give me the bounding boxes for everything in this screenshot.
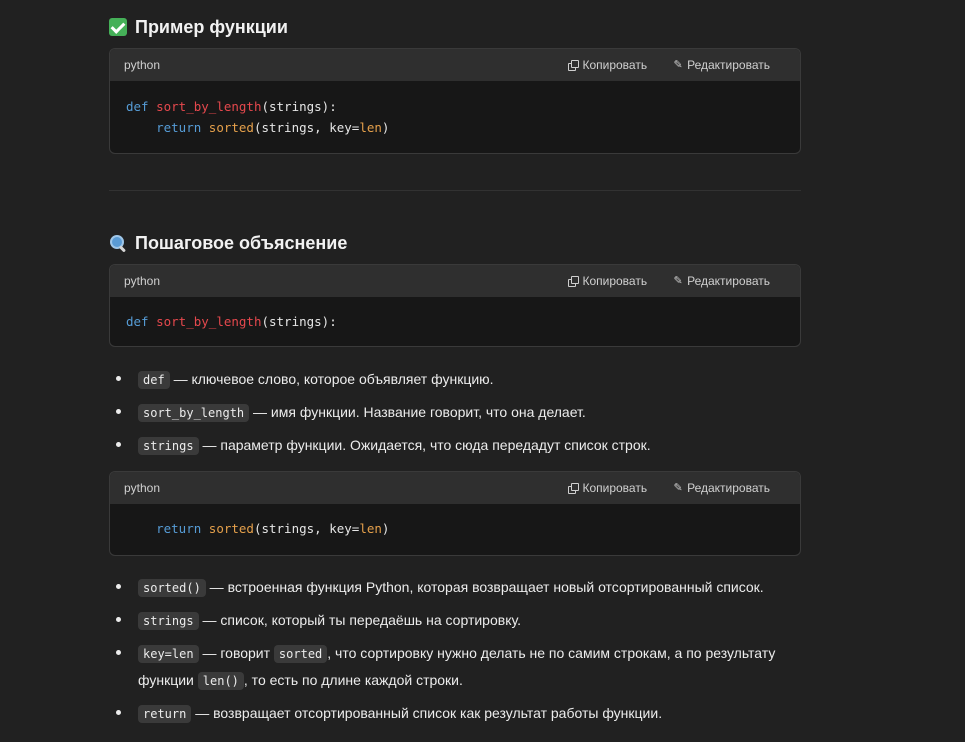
code-block-header: python Копировать ✎ Редактировать [110,265,800,297]
code-body: return sorted(strings, key=len) [110,504,800,555]
code-keyword: return [156,521,202,536]
edit-label: Редактировать [687,481,770,495]
code-function-name: sort_by_length [156,99,262,114]
inline-code: strings [138,612,199,630]
list-item-text: — параметр функции. Ожидается, что сюда … [198,437,651,453]
code-builtin: sorted [208,120,254,135]
inline-code: def [138,371,170,389]
copy-label: Копировать [582,58,648,72]
list-item-text: , то есть по длине каждой строки. [243,672,463,688]
list-item-text: — ключевое слово, которое объявляет функ… [169,371,494,387]
code-block-header: python Копировать ✎ Редактировать [110,472,800,504]
pencil-icon: ✎ [673,59,683,71]
code-block: python Копировать ✎ Редактировать return… [109,471,801,556]
copy-label: Копировать [582,481,648,495]
code-builtin: len [359,120,382,135]
pencil-icon: ✎ [673,275,683,287]
list-item: sort_by_length — имя функции. Название г… [109,399,801,426]
code-line: return sorted(strings, key=len) [126,117,784,138]
code-keyword: def [126,99,149,114]
copy-icon [568,60,580,71]
inline-code: sort_by_length [138,404,250,422]
list-item: strings — параметр функции. Ожидается, ч… [109,432,801,459]
code-body: def sort_by_length(strings): [110,297,800,346]
code-line: return sorted(strings, key=len) [126,518,784,539]
copy-button[interactable]: Копировать [568,58,647,72]
edit-label: Редактировать [687,58,770,72]
code-keyword: return [156,120,202,135]
copy-icon [568,483,580,494]
copy-button[interactable]: Копировать [568,274,647,288]
copy-icon [568,276,580,287]
inline-code: key=len [138,645,199,663]
section-heading-explanation: Пошаговое объяснение [109,229,347,257]
code-builtin: sorted [208,521,254,536]
list-item: sorted() — встроенная функция Python, ко… [109,574,801,601]
pencil-icon: ✎ [673,482,683,494]
code-text: (strings, key= [253,521,360,536]
section-title: Пример функции [135,16,288,37]
code-line: def sort_by_length(strings): [126,311,784,332]
list-item: key=len — говорит sorted, что сортировку… [109,640,801,694]
inline-code: return [138,705,192,723]
list-item-text: — список, который ты передаёшь на сортир… [198,612,521,628]
code-text: ) [381,120,390,135]
list-item-text: — возвращает отсортированный список как … [191,705,663,721]
code-actions: Копировать ✎ Редактировать [568,481,770,495]
list-item: strings — список, который ты передаёшь н… [109,607,801,634]
explanation-list: def — ключевое слово, которое объявляет … [109,366,801,459]
edit-button[interactable]: ✎ Редактировать [673,481,770,495]
code-block: python Копировать ✎ Редактировать def so… [109,48,801,154]
section-heading-example: Пример функции [109,13,288,41]
code-language-label: python [124,58,161,72]
code-body: def sort_by_length(strings): return sort… [110,81,800,153]
list-item-text: — имя функции. Название говорит, что она… [249,404,586,420]
edit-label: Редактировать [687,274,770,288]
code-keyword: def [126,314,149,329]
chat-page: Пример функции python Копировать ✎ Редак… [0,0,965,742]
inline-code: len() [197,672,244,690]
explanation-list: sorted() — встроенная функция Python, ко… [109,574,801,727]
inline-code: sorted [273,645,328,663]
list-item: def — ключевое слово, которое объявляет … [109,366,801,393]
list-item: return — возвращает отсортированный спис… [109,700,801,727]
magnifying-glass-icon [109,234,127,253]
section-divider [109,190,801,191]
code-block-header: python Копировать ✎ Редактировать [110,49,800,81]
code-text: ) [381,521,390,536]
code-text: (strings): [261,99,337,114]
list-item-text: — встроенная функция Python, которая воз… [205,579,764,595]
code-actions: Копировать ✎ Редактировать [568,58,770,72]
code-builtin: len [359,521,382,536]
edit-button[interactable]: ✎ Редактировать [673,58,770,72]
section-title: Пошаговое объяснение [135,232,348,253]
list-item-text: — говорит [198,645,274,661]
code-language-label: python [124,481,161,495]
copy-button[interactable]: Копировать [568,481,647,495]
edit-button[interactable]: ✎ Редактировать [673,274,770,288]
check-mark-icon [109,18,127,36]
code-language-label: python [124,274,161,288]
inline-code: strings [138,437,199,455]
inline-code: sorted() [138,579,206,597]
code-line: def sort_by_length(strings): [126,96,784,117]
code-text: (strings, key= [253,120,360,135]
copy-label: Копировать [582,274,648,288]
code-text: (strings): [261,314,337,329]
code-function-name: sort_by_length [156,314,262,329]
code-block: python Копировать ✎ Редактировать def so… [109,264,801,347]
code-actions: Копировать ✎ Редактировать [568,274,770,288]
